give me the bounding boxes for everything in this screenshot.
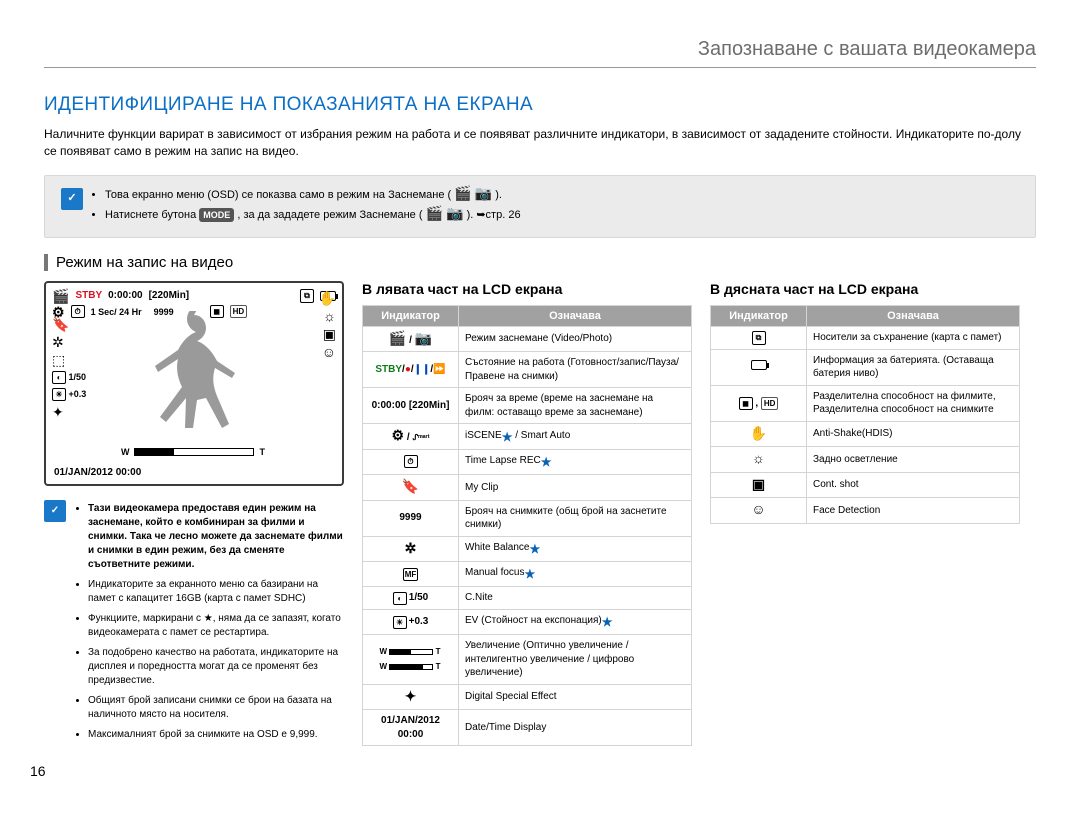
cnite-icon: ◐ (393, 592, 407, 605)
cell-meaning: Задно осветление (807, 447, 1020, 473)
dse-icon: ✦ (52, 405, 86, 419)
contshot-icon: ▣ (323, 327, 336, 341)
cell-indicator: 9999 (363, 500, 459, 536)
silhouette-graphic (139, 311, 249, 431)
wb-icon: ✲ (405, 541, 417, 555)
cell-meaning: Брояч за време (време на заснемане на фи… (459, 388, 692, 424)
section-header: Режим на запис на видео (44, 254, 1036, 271)
timelapse-value: 1 Sec/ 24 Hr (91, 307, 142, 317)
backlight-icon: ☼ (752, 451, 765, 465)
video-icon: 🎬 (426, 206, 443, 220)
stby-label: STBY (75, 290, 102, 301)
card-icon: ⧉ (300, 289, 314, 303)
right-icon-stack: ✋ ☼ ▣ ☺ (319, 291, 336, 359)
timelapse-icon: ⏱ (404, 455, 418, 468)
cell-meaning: Режим заснемане (Video/Photo) (459, 326, 692, 352)
left-indicator-table: ИндикаторОзначава 🎬 / 📷Режим заснемане (… (362, 305, 692, 746)
res-icon: ◼ (739, 397, 753, 410)
divider (44, 67, 1036, 68)
photo-icon: 📷 (446, 206, 463, 220)
sub-note-item: Функциите, маркирани с ★, няма да се зап… (88, 612, 344, 640)
video-icon: 🎬 (52, 289, 69, 303)
sub-note-item: Индикаторите за екранното меню са базира… (88, 578, 344, 606)
video-icon: 🎬 (389, 331, 406, 345)
zoom-bar-mini (389, 664, 433, 670)
cell-meaning: C.Nite (459, 587, 692, 610)
myclip-icon: 🔖 (402, 479, 419, 493)
card-icon: ⧉ (752, 331, 766, 345)
th-meaning: Означава (807, 305, 1020, 326)
note-item: Това екранно меню (OSD) се показва само … (105, 186, 1019, 205)
cell-meaning: Digital Special Effect (459, 684, 692, 710)
dse-icon: ✦ (405, 689, 417, 703)
chapter-title: Запознаване с вашата видеокамера (44, 38, 1036, 61)
cnite-row: ◐ 1/50 (52, 371, 86, 384)
sub-note-item: Максималният брой за снимките на OSD е 9… (88, 728, 344, 742)
cell-meaning: Face Detection (807, 498, 1020, 524)
sub-note-item: Тази видеокамера предоставя един режим н… (88, 502, 344, 572)
video-icon: 🎬 (454, 186, 471, 200)
cell-meaning: Състояние на работа (Готовност/запис/Пау… (459, 352, 692, 388)
mf-icon: MF (403, 568, 419, 581)
time-counter: 0:00:00 (108, 290, 142, 301)
cell-meaning: Увеличение (Оптично увеличение / интелиг… (459, 635, 692, 685)
antishake-icon: ✋ (319, 291, 336, 305)
photo-icon: 📷 (415, 331, 432, 345)
datetime-overlay: 01/JAN/2012 00:00 (54, 467, 141, 478)
cell-meaning: iSCENE★ / Smart Auto (459, 424, 692, 450)
ev-icon: ☀ (393, 616, 407, 629)
cell-meaning: Брояч на снимките (общ брой на заснетите… (459, 500, 692, 536)
contshot-icon: ▣ (752, 477, 765, 491)
zoom-bar (134, 448, 254, 456)
cell-meaning: My Clip (459, 475, 692, 501)
page-title: ИДЕНТИФИЦИРАНЕ НА ПОКАЗАНИЯТА НА ЕКРАНА (44, 94, 1036, 116)
note-box: ✓ Това екранно меню (OSD) се показва сам… (44, 175, 1036, 238)
left-icon-stack: 🔖 ✲ ⬚ ◐ 1/50 ☀ +0.3 ✦ (52, 317, 86, 419)
cell-indicator: 01/JAN/2012 00:00 (363, 710, 459, 746)
cell-meaning: EV (Стойност на експонация)★ (459, 610, 692, 635)
cell-meaning: Date/Time Display (459, 710, 692, 746)
th-indicator: Индикатор (363, 305, 459, 326)
page-number: 16 (30, 763, 46, 779)
battery-icon (751, 360, 767, 370)
note-icon: ✓ (61, 188, 83, 210)
sub-note-item: Общият брой записани снимки се брои на б… (88, 694, 344, 722)
cell-meaning: Информация за батерията. (Оставаща батер… (807, 349, 1020, 385)
cell-meaning: Time Lapse REC★ (459, 449, 692, 474)
sub-note-item: За подобрено качество на работата, индик… (88, 646, 344, 688)
remaining-time: [220Min] (149, 290, 190, 301)
right-indicator-table: ИндикаторОзначава ⧉ Носители за съхранени… (710, 305, 1020, 524)
cell-meaning: White Balance★ (459, 536, 692, 562)
mf-icon: ⬚ (52, 353, 86, 367)
zoom-bar-mini (389, 649, 433, 655)
face-icon: ☺ (322, 345, 336, 359)
right-lcd-title: В дясната част на LCD екрана (710, 281, 1020, 297)
backlight-icon: ☼ (323, 309, 336, 323)
hd-icon: HD (761, 397, 779, 410)
wb-icon: ✲ (52, 335, 86, 349)
sub-notes: ✓ Тази видеокамера предоставя един режим… (44, 500, 344, 742)
mode-pill: MODE (199, 208, 234, 222)
photo-icon: 📷 (475, 186, 492, 200)
smart-icon: ᔑᵐᵃʳᵗ (412, 433, 429, 442)
cell-meaning: Разделителна способност на филмите, Разд… (807, 385, 1020, 421)
cell-meaning: Cont. shot (807, 472, 1020, 498)
note-item: Натиснете бутона MODE , за да зададете р… (105, 206, 1019, 225)
cell-meaning: Anti-Shake(HDIS) (807, 421, 1020, 447)
cell-indicator: 0:00:00 [220Min] (363, 388, 459, 424)
gear-icon: ⚙ (392, 428, 405, 442)
face-icon: ☺ (751, 502, 765, 516)
intro-paragraph: Наличните функции варират в зависимост о… (44, 126, 1036, 161)
myclip-icon: 🔖 (52, 317, 86, 331)
lcd-preview: 🎬 STBY 0:00:00 [220Min] ⧉ ⚙ ⏱ 1 Sec/ 24 … (44, 281, 344, 486)
cell-meaning: Носители за съхранение (карта с памет) (807, 326, 1020, 349)
antishake-icon: ✋ (750, 426, 767, 440)
cell-meaning: Manual focus★ (459, 562, 692, 587)
left-lcd-title: В лявата част на LCD екрана (362, 281, 692, 297)
note-icon: ✓ (44, 500, 66, 522)
ev-row: ☀ +0.3 (52, 388, 86, 401)
th-meaning: Означава (459, 305, 692, 326)
th-indicator: Индикатор (711, 305, 807, 326)
